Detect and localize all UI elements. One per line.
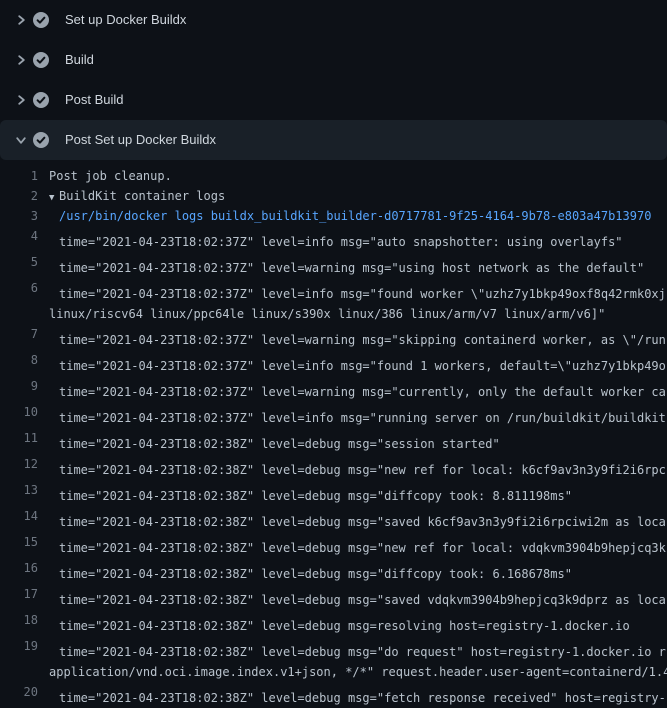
step-label: Set up Docker Buildx — [65, 12, 186, 28]
log-line: 10 time="2021-04-23T18:02:37Z" level=info… — [0, 402, 667, 428]
log-line-number[interactable]: 15 — [0, 532, 38, 552]
step-label: Post Build — [65, 92, 124, 108]
log-line: 1 Post job cleanup. — [0, 166, 667, 186]
log-line: 15 time="2021-04-23T18:02:38Z" level=debu… — [0, 532, 667, 558]
log-line: 9 time="2021-04-23T18:02:37Z" level=warni… — [0, 376, 667, 402]
log-line: 11 time="2021-04-23T18:02:38Z" level=debu… — [0, 428, 667, 454]
log-line-text: time="2021-04-23T18:02:37Z" level=warnin… — [59, 385, 666, 399]
log-line-text: /usr/bin/docker logs buildx_buildkit_bui… — [59, 209, 651, 223]
log-line-text: time="2021-04-23T18:02:38Z" level=debug … — [59, 567, 572, 581]
log-line-number[interactable]: 13 — [0, 480, 38, 500]
log-line: 17 time="2021-04-23T18:02:38Z" level=debu… — [0, 584, 667, 610]
check-circle-icon — [33, 92, 49, 108]
log-line: 7 time="2021-04-23T18:02:37Z" level=warni… — [0, 324, 667, 350]
log-line-text: time="2021-04-23T18:02:38Z" level=debug … — [59, 463, 666, 477]
log-line-number[interactable]: 9 — [0, 376, 38, 396]
log-line-number[interactable]: 17 — [0, 584, 38, 604]
log-line: 3/usr/bin/docker logs buildx_buildkit_bu… — [0, 206, 667, 226]
log-line-text: time="2021-04-23T18:02:38Z" level=debug … — [59, 619, 630, 633]
step-label: Build — [65, 52, 94, 68]
log-viewer: 1 Post job cleanup. 2 ▼BuildKit container l… — [0, 160, 667, 708]
steps-list: Set up Docker Buildx Build Post Build Post … — [0, 0, 667, 160]
log-line: 5 time="2021-04-23T18:02:37Z" level=warni… — [0, 252, 667, 278]
check-circle-icon — [33, 132, 49, 148]
log-line-number[interactable]: 12 — [0, 454, 38, 474]
log-line: 12 time="2021-04-23T18:02:38Z" level=debu… — [0, 454, 667, 480]
log-line-text: time="2021-04-23T18:02:37Z" level=warnin… — [59, 261, 644, 275]
log-line-text: BuildKit container logs — [59, 189, 225, 203]
log-line-text: time="2021-04-23T18:02:38Z" level=debug … — [59, 489, 572, 503]
log-line-text: linux/riscv64 linux/ppc64le linux/s390x … — [49, 307, 605, 321]
log-line-text: time="2021-04-23T18:02:37Z" level=info m… — [59, 411, 666, 425]
log-line: 6 time="2021-04-23T18:02:37Z" level=info … — [0, 278, 667, 304]
log-line-number[interactable]: 2 — [0, 186, 38, 206]
chevron-right-icon — [10, 94, 32, 106]
log-line-text: time="2021-04-23T18:02:38Z" level=debug … — [59, 515, 666, 529]
check-circle-icon — [33, 52, 49, 68]
log-line: application/vnd.oci.image.index.v1+json,… — [0, 662, 667, 682]
log-line-text: time="2021-04-23T18:02:37Z" level=warnin… — [59, 333, 666, 347]
log-line-text: application/vnd.oci.image.index.v1+json,… — [49, 665, 667, 679]
log-line-number[interactable]: 5 — [0, 252, 38, 272]
log-line-number[interactable]: 6 — [0, 278, 38, 298]
log-line-number[interactable]: 11 — [0, 428, 38, 448]
log-line-number[interactable]: 1 — [0, 166, 38, 186]
log-line-number[interactable]: 19 — [0, 636, 38, 656]
log-line-text: Post job cleanup. — [49, 169, 172, 183]
log-line: 8 time="2021-04-23T18:02:37Z" level=info … — [0, 350, 667, 376]
log-line: 13 time="2021-04-23T18:02:38Z" level=debu… — [0, 480, 667, 506]
chevron-right-icon — [10, 54, 32, 66]
log-line-number[interactable]: 8 — [0, 350, 38, 370]
log-line: linux/riscv64 linux/ppc64le linux/s390x … — [0, 304, 667, 324]
log-line-number[interactable]: 4 — [0, 226, 38, 246]
log-line-number[interactable]: 20 — [0, 682, 38, 702]
step-label: Post Set up Docker Buildx — [65, 132, 216, 148]
log-line: 20 time="2021-04-23T18:02:38Z" level=debu… — [0, 682, 667, 708]
log-line-text: time="2021-04-23T18:02:37Z" level=info m… — [59, 359, 666, 373]
step-row[interactable]: Post Build — [0, 80, 667, 120]
log-line-text: time="2021-04-23T18:02:38Z" level=debug … — [59, 541, 666, 555]
log-line-text: time="2021-04-23T18:02:38Z" level=debug … — [59, 691, 666, 705]
log-line-text: time="2021-04-23T18:02:38Z" level=debug … — [59, 645, 666, 659]
log-line-number[interactable]: 7 — [0, 324, 38, 344]
step-row[interactable]: Set up Docker Buildx — [0, 0, 667, 40]
check-circle-icon — [33, 12, 49, 28]
log-line-number[interactable]: 10 — [0, 402, 38, 422]
log-line: 18 time="2021-04-23T18:02:38Z" level=debu… — [0, 610, 667, 636]
log-line: 16 time="2021-04-23T18:02:38Z" level=debu… — [0, 558, 667, 584]
log-line-text: time="2021-04-23T18:02:38Z" level=debug … — [59, 437, 500, 451]
chevron-down-icon — [10, 134, 32, 146]
chevron-right-icon — [10, 14, 32, 26]
log-line-text: time="2021-04-23T18:02:37Z" level=info m… — [59, 235, 623, 249]
log-line: 4 time="2021-04-23T18:02:37Z" level=info … — [0, 226, 667, 252]
step-row[interactable]: Post Set up Docker Buildx — [0, 120, 667, 160]
log-line-number[interactable]: 14 — [0, 506, 38, 526]
log-line: 14 time="2021-04-23T18:02:38Z" level=debu… — [0, 506, 667, 532]
log-line-number[interactable]: 3 — [0, 206, 38, 226]
log-line[interactable]: 2 ▼BuildKit container logs — [0, 186, 667, 206]
log-line-text: time="2021-04-23T18:02:37Z" level=info m… — [59, 287, 666, 301]
group-collapse-icon[interactable]: ▼ — [49, 188, 59, 206]
log-line: 19 time="2021-04-23T18:02:38Z" level=debu… — [0, 636, 667, 662]
log-line-number[interactable]: 16 — [0, 558, 38, 578]
step-row[interactable]: Build — [0, 40, 667, 80]
log-line-text: time="2021-04-23T18:02:38Z" level=debug … — [59, 593, 666, 607]
log-line-number[interactable]: 18 — [0, 610, 38, 630]
